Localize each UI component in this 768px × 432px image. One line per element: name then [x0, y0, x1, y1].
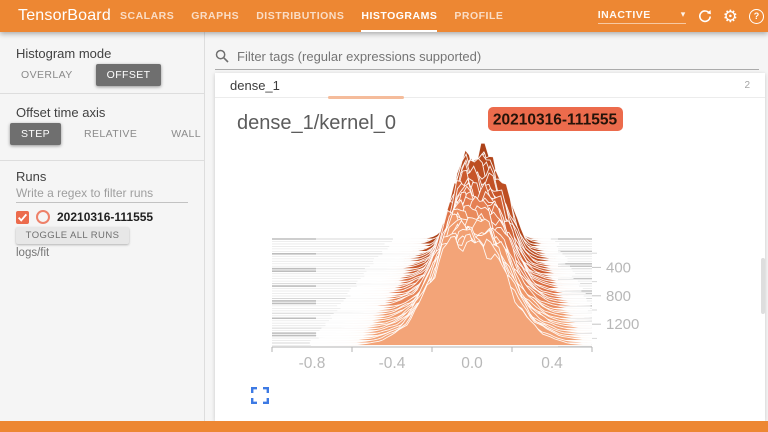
scrolled-chart-remnant — [328, 96, 404, 99]
settings-gear-icon[interactable]: ⚙ — [723, 8, 738, 25]
run-tooltip-badge: 20210316-111555 — [488, 107, 623, 131]
search-icon — [215, 49, 229, 63]
chart-title: dense_1/kernel_0 — [237, 112, 396, 134]
svg-text:800: 800 — [606, 288, 631, 305]
mode-offset-button[interactable]: OFFSET — [96, 64, 162, 86]
tab-profile[interactable]: PROFILE — [454, 0, 503, 32]
bottom-orange-bar — [0, 421, 768, 432]
divider — [0, 93, 204, 94]
refresh-icon[interactable] — [697, 9, 712, 24]
offset-time-axis-label: Offset time axis — [16, 105, 105, 120]
svg-text:-0.8: -0.8 — [299, 355, 326, 372]
svg-text:0.0: 0.0 — [461, 355, 483, 372]
status-dropdown[interactable]: INACTIVE ▾ — [598, 9, 686, 24]
nav-tabs: SCALARS GRAPHS DISTRIBUTIONS HISTOGRAMS PROF… — [120, 0, 503, 32]
tab-graphs[interactable]: GRAPHS — [191, 0, 239, 32]
run-checkbox[interactable] — [16, 211, 29, 224]
runs-label: Runs — [16, 169, 46, 184]
run-filter-input[interactable] — [16, 184, 188, 203]
card-scrollbar[interactable] — [761, 258, 765, 314]
histogram-mode-toggle: OVERLAY OFFSET — [10, 64, 161, 86]
run-list: 20210316-111555 — [16, 210, 153, 224]
navbar-controls: INACTIVE ▾ ⚙ ? — [598, 0, 764, 32]
status-label: INACTIVE — [598, 9, 651, 21]
svg-text:0.4: 0.4 — [541, 355, 563, 372]
fullscreen-icon[interactable] — [252, 388, 268, 403]
main-content: dense_1 2 -0.8 -0.4 0.0 0.4 400 800 1200 dense… — [205, 32, 768, 421]
mode-overlay-button[interactable]: OVERLAY — [10, 64, 84, 86]
offset-time-axis-toggle: STEPRELATIVEWALL — [10, 123, 212, 145]
tab-scalars[interactable]: SCALARS — [120, 0, 174, 32]
help-icon[interactable]: ? — [749, 9, 764, 24]
histogram-chart: -0.8 -0.4 0.0 0.4 400 800 1200 dense_1/kernel_… — [215, 100, 765, 421]
histogram-mode-label: Histogram mode — [16, 46, 111, 61]
divider — [0, 160, 204, 161]
top-navbar: TensorBoard SCALARS GRAPHS DISTRIBUTIONS HI… — [0, 0, 768, 32]
runs-base-path: logs/fit — [16, 247, 49, 259]
tab-distributions[interactable]: DISTRIBUTIONS — [256, 0, 344, 32]
time-axis-step-button[interactable]: STEP — [10, 123, 61, 145]
tag-group-count: 2 — [744, 80, 750, 91]
chevron-down-icon: ▾ — [681, 9, 686, 20]
svg-text:-0.4: -0.4 — [379, 355, 406, 372]
run-color-swatch-icon[interactable] — [36, 210, 50, 224]
settings-sidebar: Histogram mode OVERLAY OFFSET Offset time… — [0, 32, 205, 421]
tag-group-card: dense_1 2 -0.8 -0.4 0.0 0.4 400 800 1200 dense… — [215, 73, 765, 421]
svg-text:400: 400 — [606, 259, 631, 276]
toggle-all-runs-button[interactable]: TOGGLE ALL RUNS — [16, 227, 129, 244]
tag-group-name: dense_1 — [230, 78, 280, 93]
app-title: TensorBoard — [18, 0, 111, 32]
tag-filter-input[interactable] — [235, 48, 759, 65]
tag-filter-bar — [215, 43, 759, 70]
run-name: 20210316-111555 — [57, 210, 153, 224]
time-axis-relative-button[interactable]: RELATIVE — [73, 123, 148, 145]
check-icon — [17, 212, 28, 223]
tag-group-header[interactable]: dense_1 2 — [215, 73, 765, 98]
svg-text:1200: 1200 — [606, 316, 639, 333]
tab-histograms[interactable]: HISTOGRAMS — [361, 0, 437, 32]
run-badge-text: 20210316-111555 — [493, 112, 618, 129]
